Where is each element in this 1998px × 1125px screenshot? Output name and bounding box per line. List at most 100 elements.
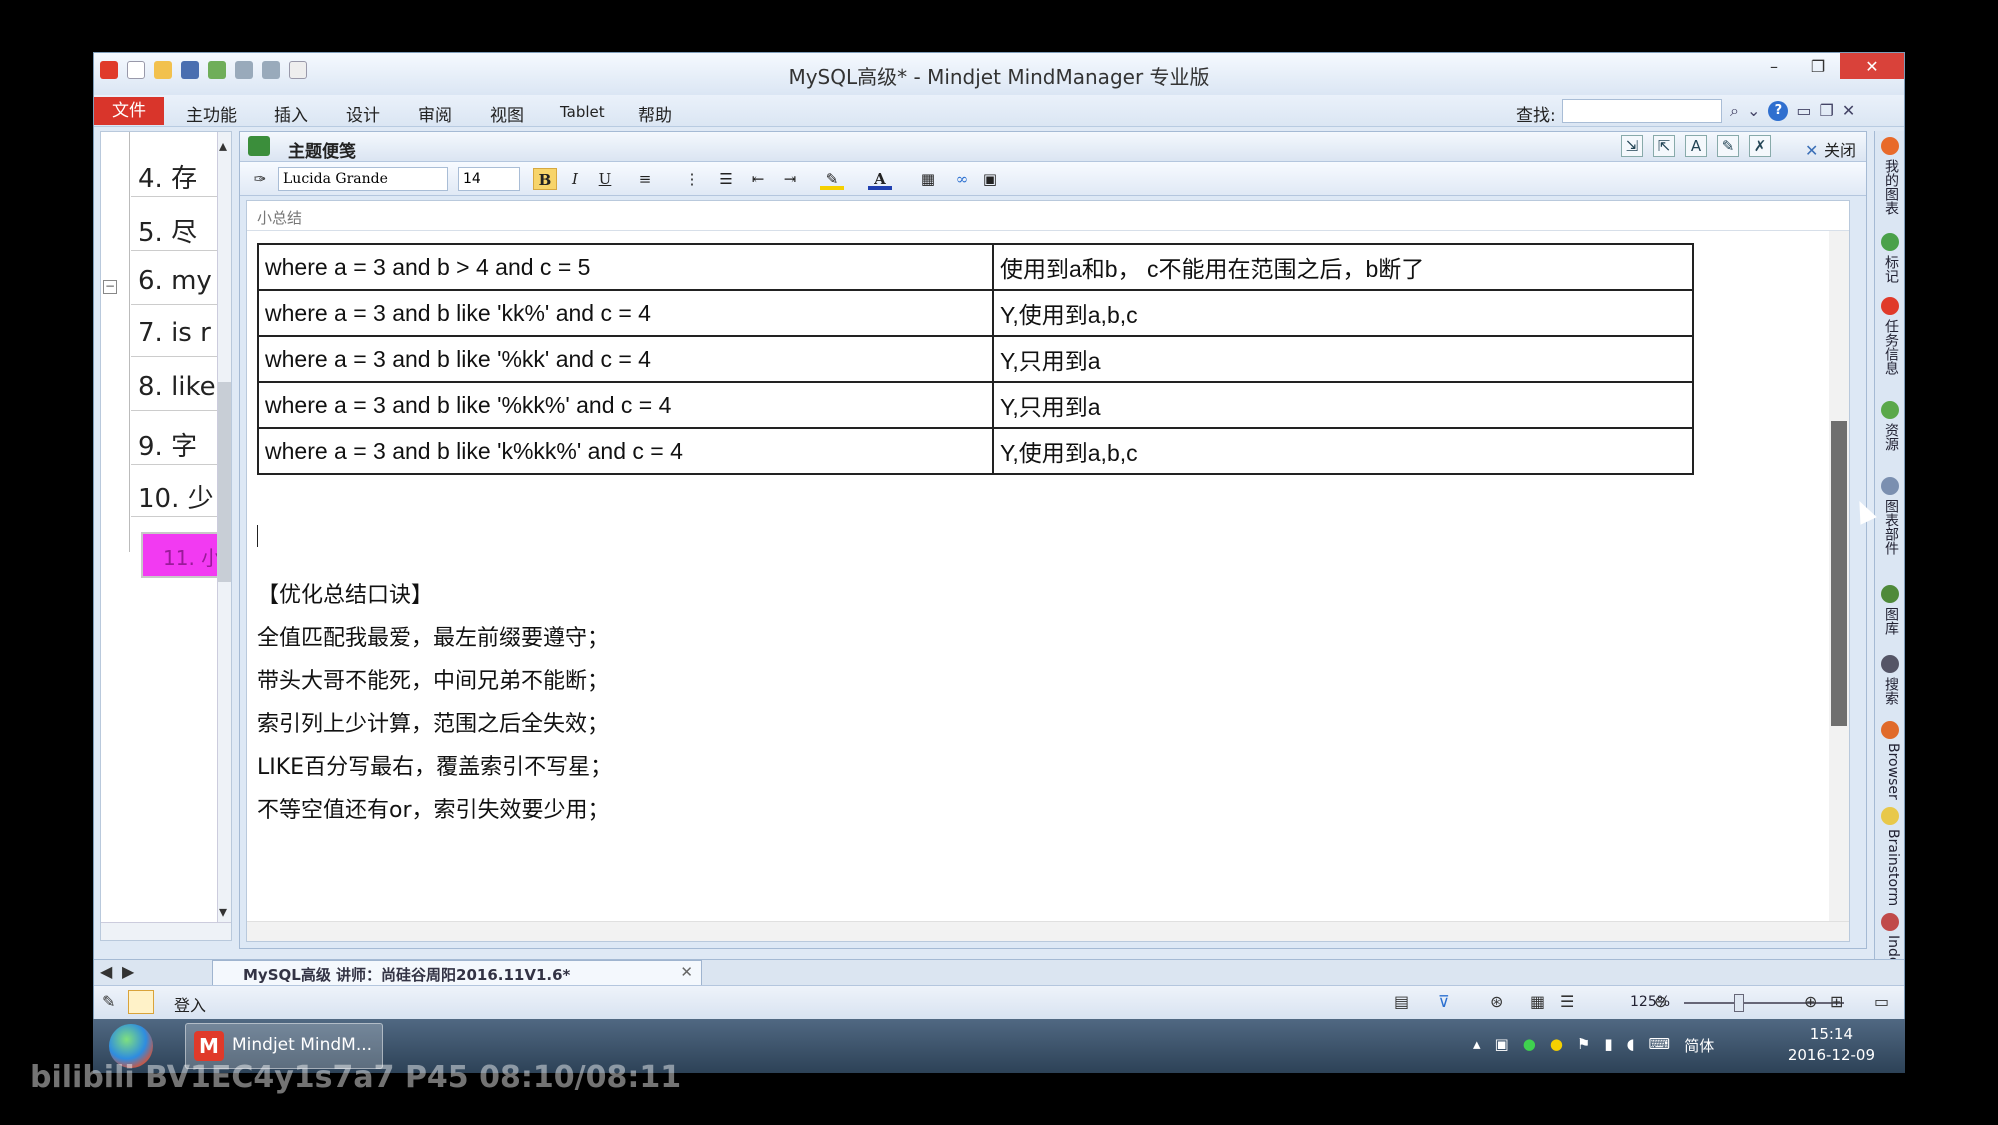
numbered-list-icon[interactable]: ⋮: [680, 168, 704, 190]
import-icon[interactable]: ⇲: [1621, 135, 1643, 157]
scroll-up-icon[interactable]: ▴: [219, 136, 227, 155]
tray-app2-icon[interactable]: ●: [1550, 1035, 1563, 1056]
file-tab[interactable]: 文件: [94, 97, 164, 125]
outdent-icon[interactable]: ⇤: [746, 168, 770, 190]
ribbon-restore-icon[interactable]: ❐: [1820, 101, 1834, 121]
volume-icon[interactable]: ◖: [1627, 1035, 1635, 1056]
collapse-toggle-icon[interactable]: −: [103, 280, 117, 294]
outline-view-icon[interactable]: ☰: [1560, 992, 1574, 1011]
image-icon[interactable]: ▣: [978, 168, 1002, 190]
outline-scroll-thumb[interactable]: [218, 382, 231, 582]
search-icon[interactable]: [1881, 655, 1899, 673]
tab-insert[interactable]: 插入: [274, 101, 308, 126]
table-cell[interactable]: where a = 3 and b > 4 and c = 5: [257, 243, 994, 291]
tray-app-icon[interactable]: ●: [1523, 1035, 1536, 1056]
signal-icon[interactable]: ▮: [1604, 1035, 1612, 1056]
table-cell[interactable]: where a = 3 and b like 'kk%' and c = 4: [257, 289, 994, 337]
map-view-icon[interactable]: ▦: [1530, 992, 1545, 1011]
side-tab-browser[interactable]: Browser: [1879, 743, 1901, 800]
tab-review[interactable]: 审阅: [418, 101, 452, 126]
outline-topic[interactable]: 9. 字: [138, 426, 197, 463]
restore-button[interactable]: ❐: [1796, 53, 1840, 79]
markers-icon[interactable]: [1881, 233, 1899, 251]
table-cell[interactable]: Y,只用到a: [992, 381, 1694, 429]
format-painter-icon[interactable]: ✑: [248, 168, 272, 190]
ribbon-close-icon[interactable]: ✕: [1842, 101, 1855, 121]
login-button[interactable]: 登入: [174, 992, 206, 1016]
network-icon[interactable]: ▣: [1495, 1035, 1509, 1056]
outline-topic[interactable]: 5. 尽: [138, 212, 197, 249]
panel-toggle-icon[interactable]: ▭: [1874, 992, 1889, 1011]
resources-icon[interactable]: [1881, 401, 1899, 419]
edit-icon[interactable]: ✎: [1717, 135, 1739, 157]
browser-icon[interactable]: [1881, 721, 1899, 739]
indent-icon[interactable]: ⇥: [778, 168, 802, 190]
table-cell[interactable]: Y,使用到a,b,c: [992, 289, 1694, 337]
fit-map-icon[interactable]: ⊞: [1830, 992, 1843, 1011]
tab-view[interactable]: 视图: [490, 101, 524, 126]
clock[interactable]: 15:14 2016-12-09: [1788, 1024, 1875, 1066]
zoom-slider[interactable]: [1684, 1002, 1844, 1004]
font-family-select[interactable]: Lucida Grande: [278, 167, 448, 191]
map-parts-icon[interactable]: [1881, 477, 1899, 495]
underline-button[interactable]: U: [593, 168, 617, 190]
find-input[interactable]: [1562, 99, 1722, 123]
table-cell[interactable]: Y,使用到a,b,c: [992, 427, 1694, 475]
ime-language[interactable]: 简体: [1684, 1035, 1714, 1056]
tab-tablet[interactable]: Tablet: [560, 103, 605, 121]
zoom-in-icon[interactable]: ⊕: [1804, 992, 1817, 1011]
outline-topic[interactable]: 8. like: [138, 372, 216, 402]
close-button[interactable]: ✕: [1840, 53, 1904, 79]
tab-help[interactable]: 帮助: [638, 101, 672, 126]
outline-topic[interactable]: 4. 存: [138, 158, 197, 195]
zoom-out-icon[interactable]: ⊖: [1654, 992, 1667, 1011]
ime-icon[interactable]: ⌨: [1649, 1035, 1671, 1056]
editor-horizontal-scrollbar[interactable]: [247, 921, 1849, 941]
side-tab-my-maps[interactable]: 我的图表: [1879, 159, 1901, 215]
highlight-icon[interactable]: ✎: [820, 168, 844, 190]
chevron-down-icon[interactable]: ⌄: [1747, 101, 1760, 121]
flag-icon[interactable]: ⚑: [1577, 1035, 1590, 1056]
bold-button[interactable]: B: [533, 168, 557, 190]
zoom-slider-handle[interactable]: [1734, 994, 1744, 1012]
help-icon[interactable]: ?: [1768, 101, 1789, 121]
editor-scroll-thumb[interactable]: [1831, 421, 1847, 726]
font-color-icon[interactable]: A: [868, 168, 892, 190]
my-maps-icon[interactable]: [1881, 137, 1899, 155]
side-tab-brainstorm[interactable]: Brainstorm: [1879, 829, 1901, 906]
notes-editor[interactable]: 小总结 where a = 3 and b > 4 and c = 5 使用到a…: [246, 200, 1850, 942]
document-tab[interactable]: MySQL高级 讲师：尚硅谷周阳2016.11V1.6* ✕: [212, 960, 702, 986]
binoculars-icon[interactable]: ⌕: [1730, 101, 1739, 121]
notes-close-button[interactable]: ✕ 关闭: [1805, 137, 1856, 161]
tab-design[interactable]: 设计: [346, 101, 380, 126]
task-info-icon[interactable]: [1881, 297, 1899, 315]
back-icon[interactable]: ◀: [100, 962, 112, 981]
outline-horizontal-scrollbar[interactable]: [101, 922, 231, 940]
layout-icon[interactable]: ▤: [1394, 992, 1409, 1011]
minimize-button[interactable]: –: [1752, 53, 1796, 79]
font-style-icon[interactable]: A: [1685, 135, 1707, 157]
focus-icon[interactable]: ⊛: [1490, 992, 1503, 1011]
side-tab-map-parts[interactable]: 图表部件: [1879, 499, 1901, 555]
table-icon[interactable]: ▦: [916, 168, 940, 190]
table-cell[interactable]: Y,只用到a: [992, 335, 1694, 383]
table-cell[interactable]: where a = 3 and b like '%kk%' and c = 4: [257, 381, 994, 429]
side-tab-library[interactable]: 图库: [1879, 607, 1901, 635]
align-icon[interactable]: ≡: [633, 168, 657, 190]
table-cell[interactable]: 使用到a和b， c不能用在范围之后，b断了: [992, 243, 1694, 291]
export-icon[interactable]: ⇱: [1653, 135, 1675, 157]
ribbon-minimize-icon[interactable]: ▭: [1796, 101, 1811, 121]
scroll-down-icon[interactable]: ▾: [219, 902, 227, 921]
tab-home[interactable]: 主功能: [186, 101, 237, 126]
close-tab-icon[interactable]: ✕: [680, 963, 693, 981]
side-tab-search[interactable]: 搜索: [1879, 677, 1901, 705]
outline-topic[interactable]: 6. my: [138, 266, 212, 296]
side-tab-task-info[interactable]: 任务信息: [1879, 319, 1901, 375]
link-icon[interactable]: ∞: [950, 168, 974, 190]
index-icon[interactable]: [1881, 913, 1899, 931]
font-size-select[interactable]: 14: [458, 167, 520, 191]
pencil-mode-icon[interactable]: [128, 990, 154, 1014]
pen-icon[interactable]: ✎: [102, 992, 115, 1011]
tray-expand-icon[interactable]: ▴: [1473, 1035, 1481, 1056]
italic-button[interactable]: I: [563, 168, 587, 190]
